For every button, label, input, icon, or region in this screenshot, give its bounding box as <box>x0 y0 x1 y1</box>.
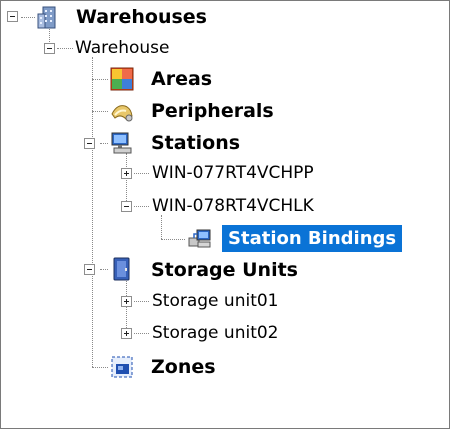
building-icon <box>37 6 56 29</box>
station-computer-icon <box>111 132 132 154</box>
expand-toggle-storage-unit-1[interactable] <box>121 296 132 307</box>
tree-connector <box>134 301 149 302</box>
tree-node-station-bindings[interactable]: Station Bindings <box>222 225 403 252</box>
tree-connector <box>134 333 149 334</box>
tree-node-station-2[interactable]: WIN-078RT4VCHLK <box>152 195 314 217</box>
tree-node-stations[interactable]: Stations <box>151 132 240 154</box>
tree-connector <box>100 143 108 144</box>
tree-connector <box>92 57 93 367</box>
collapse-toggle-storage-units[interactable] <box>84 264 95 275</box>
collapse-toggle-station-2[interactable] <box>121 201 132 212</box>
tree-connector <box>134 173 149 174</box>
tree-node-areas[interactable]: Areas <box>151 68 212 90</box>
tree-view: Warehouses Warehouse Areas Peripherals S… <box>0 0 450 429</box>
tree-connector <box>92 367 108 368</box>
tree-node-warehouse[interactable]: Warehouse <box>75 37 169 59</box>
tree-connector <box>92 79 108 80</box>
collapse-toggle-warehouse[interactable] <box>44 43 55 54</box>
tree-node-storage-unit-2[interactable]: Storage unit02 <box>152 322 279 344</box>
tree-node-peripherals[interactable]: Peripherals <box>151 100 274 122</box>
expand-toggle-station-1[interactable] <box>121 168 132 179</box>
tree-node-warehouses[interactable]: Warehouses <box>76 6 207 28</box>
tree-connector <box>100 269 108 270</box>
tree-node-storage-unit-1[interactable]: Storage unit01 <box>152 290 279 312</box>
tree-connector <box>92 111 108 112</box>
expand-toggle-storage-unit-2[interactable] <box>121 328 132 339</box>
tree-connector <box>21 17 35 18</box>
tree-connector <box>57 48 73 49</box>
zones-icon <box>111 356 133 378</box>
storage-cabinet-icon <box>113 257 130 281</box>
areas-icon <box>110 67 134 91</box>
peripherals-icon <box>111 105 133 122</box>
tree-connector <box>161 239 185 240</box>
station-bindings-icon <box>188 229 211 248</box>
collapse-toggle-warehouses[interactable] <box>7 11 18 22</box>
tree-connector <box>134 206 149 207</box>
tree-node-storage-units[interactable]: Storage Units <box>151 259 298 281</box>
tree-node-zones[interactable]: Zones <box>151 356 216 378</box>
collapse-toggle-stations[interactable] <box>84 138 95 149</box>
tree-connector <box>161 215 162 239</box>
tree-node-station-1[interactable]: WIN-077RT4VCHPP <box>152 162 314 184</box>
